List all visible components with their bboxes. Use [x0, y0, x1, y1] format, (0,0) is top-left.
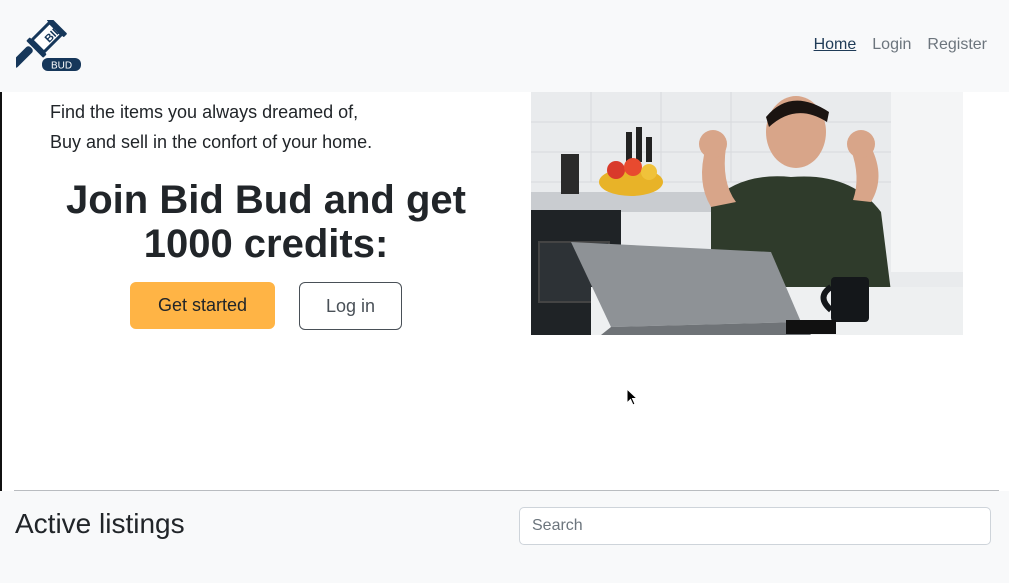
tagline-line-2: Buy and sell in the confort of your home… — [50, 132, 373, 152]
hero-tagline: Find the items you always dreamed of, Bu… — [50, 97, 372, 157]
nav-links: Home Login Register — [814, 36, 987, 54]
tagline-line-1: Find the items you always dreamed of, — [50, 102, 359, 122]
nav-register-link[interactable]: Register — [927, 36, 987, 54]
search-input[interactable] — [519, 507, 991, 545]
hero-headline: Join Bid Bud and get 1000 credits: — [40, 178, 492, 266]
section-divider — [14, 490, 999, 491]
hero-image — [531, 92, 963, 335]
log-in-button[interactable]: Log in — [299, 282, 402, 330]
navbar: BID BUD Home Login Register — [0, 0, 1009, 92]
nav-home-link[interactable]: Home — [814, 36, 857, 54]
brand-logo[interactable]: BID BUD — [11, 17, 82, 72]
mouse-cursor-icon — [626, 388, 638, 406]
gavel-logo-icon: BID BUD — [11, 17, 81, 72]
brand-text-bud: BUD — [51, 61, 72, 72]
headline-line-2: 1000 credits: — [143, 222, 389, 266]
listings-title: Active listings — [15, 508, 185, 539]
headline-line-1: Join Bid Bud and get — [66, 178, 466, 222]
page: BID BUD Home Login Register Find the ite… — [0, 0, 1009, 583]
nav-login-link[interactable]: Login — [872, 36, 911, 54]
get-started-button[interactable]: Get started — [130, 282, 275, 329]
